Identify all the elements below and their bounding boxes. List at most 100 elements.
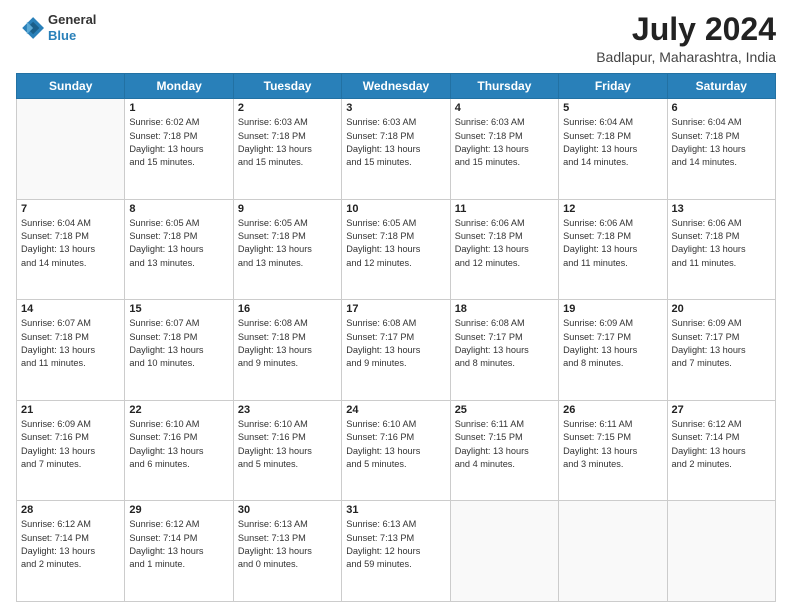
day-number: 15 [129,303,228,315]
day-cell: 27Sunrise: 6:12 AMSunset: 7:14 PMDayligh… [667,400,775,501]
day-info: Sunrise: 6:05 AMSunset: 7:18 PMDaylight:… [129,217,228,270]
day-info: Sunrise: 6:12 AMSunset: 7:14 PMDaylight:… [672,418,771,471]
day-number: 30 [238,504,337,516]
day-number: 6 [672,102,771,114]
day-number: 2 [238,102,337,114]
day-info: Sunrise: 6:13 AMSunset: 7:13 PMDaylight:… [346,518,445,571]
logo: General Blue [16,12,96,43]
day-cell: 2 Sunrise: 6:03 AMSunset: 7:18 PMDaylight… [233,99,341,200]
day-info: Sunrise: 6:11 AMSunset: 7:15 PMDaylight:… [455,418,554,471]
day-info: Sunrise: 6:11 AMSunset: 7:15 PMDaylight:… [563,418,662,471]
day-cell: 29Sunrise: 6:12 AMSunset: 7:14 PMDayligh… [125,501,233,602]
day-info: Sunrise: 6:04 AMSunset: 7:18 PMDaylight:… [21,217,120,270]
day-number: 9 [238,203,337,215]
day-number: 31 [346,504,445,516]
day-cell: 23 Sunrise: 6:10 AMSunset: 7:16 PMDayligh… [233,400,341,501]
day-cell: 5 Sunrise: 6:04 AMSunset: 7:18 PMDaylight… [559,99,667,200]
day-cell: 18Sunrise: 6:08 AMSunset: 7:17 PMDayligh… [450,300,558,401]
day-cell: 20 Sunrise: 6:09 AMSunset: 7:17 PMDayligh… [667,300,775,401]
day-info: Sunrise: 6:05 AMSunset: 7:18 PMDaylight:… [238,217,337,270]
day-cell: 7 Sunrise: 6:04 AMSunset: 7:18 PMDaylight… [17,199,125,300]
day-number: 10 [346,203,445,215]
day-info: Sunrise: 6:13 AMSunset: 7:13 PMDaylight:… [238,518,337,571]
logo-line2: Blue [48,28,96,44]
day-info: Sunrise: 6:10 AMSunset: 7:16 PMDaylight:… [346,418,445,471]
day-number: 14 [21,303,120,315]
day-cell: 24 Sunrise: 6:10 AMSunset: 7:16 PMDayligh… [342,400,450,501]
day-number: 20 [672,303,771,315]
day-cell: 31 Sunrise: 6:13 AMSunset: 7:13 PMDayligh… [342,501,450,602]
day-number: 26 [563,404,662,416]
day-header-thursday: Thursday [450,74,558,99]
day-number: 1 [129,102,228,114]
day-number: 28 [21,504,120,516]
day-cell: 4Sunrise: 6:03 AMSunset: 7:18 PMDaylight… [450,99,558,200]
day-header-friday: Friday [559,74,667,99]
week-row-2: 7 Sunrise: 6:04 AMSunset: 7:18 PMDaylight… [17,199,776,300]
day-cell: 11Sunrise: 6:06 AMSunset: 7:18 PMDayligh… [450,199,558,300]
day-info: Sunrise: 6:08 AMSunset: 7:18 PMDaylight:… [238,317,337,370]
day-info: Sunrise: 6:09 AMSunset: 7:17 PMDaylight:… [563,317,662,370]
day-cell: 17Sunrise: 6:08 AMSunset: 7:17 PMDayligh… [342,300,450,401]
day-cell: 10 Sunrise: 6:05 AMSunset: 7:18 PMDayligh… [342,199,450,300]
day-info: Sunrise: 6:07 AMSunset: 7:18 PMDaylight:… [129,317,228,370]
day-cell: 19 Sunrise: 6:09 AMSunset: 7:17 PMDayligh… [559,300,667,401]
page: General Blue July 2024 Badlapur, Maharas… [0,0,792,612]
day-cell: 9 Sunrise: 6:05 AMSunset: 7:18 PMDaylight… [233,199,341,300]
day-header-monday: Monday [125,74,233,99]
header: General Blue July 2024 Badlapur, Maharas… [16,12,776,65]
day-number: 21 [21,404,120,416]
day-cell: 1Sunrise: 6:02 AMSunset: 7:18 PMDaylight… [125,99,233,200]
day-cell: 8 Sunrise: 6:05 AMSunset: 7:18 PMDaylight… [125,199,233,300]
day-header-wednesday: Wednesday [342,74,450,99]
calendar-table: SundayMondayTuesdayWednesdayThursdayFrid… [16,73,776,602]
calendar-header-row: SundayMondayTuesdayWednesdayThursdayFrid… [17,74,776,99]
day-number: 29 [129,504,228,516]
day-cell: 22Sunrise: 6:10 AMSunset: 7:16 PMDayligh… [125,400,233,501]
day-cell: 21Sunrise: 6:09 AMSunset: 7:16 PMDayligh… [17,400,125,501]
day-info: Sunrise: 6:05 AMSunset: 7:18 PMDaylight:… [346,217,445,270]
day-info: Sunrise: 6:10 AMSunset: 7:16 PMDaylight:… [238,418,337,471]
day-header-sunday: Sunday [17,74,125,99]
day-cell: 26 Sunrise: 6:11 AMSunset: 7:15 PMDayligh… [559,400,667,501]
day-header-saturday: Saturday [667,74,775,99]
day-cell: 13Sunrise: 6:06 AMSunset: 7:18 PMDayligh… [667,199,775,300]
week-row-5: 28 Sunrise: 6:12 AMSunset: 7:14 PMDayligh… [17,501,776,602]
day-number: 16 [238,303,337,315]
day-cell [17,99,125,200]
day-cell [559,501,667,602]
week-row-1: 1Sunrise: 6:02 AMSunset: 7:18 PMDaylight… [17,99,776,200]
day-info: Sunrise: 6:12 AMSunset: 7:14 PMDaylight:… [21,518,120,571]
month-year: July 2024 [596,12,776,47]
day-cell: 25 Sunrise: 6:11 AMSunset: 7:15 PMDayligh… [450,400,558,501]
day-header-tuesday: Tuesday [233,74,341,99]
day-cell: 6Sunrise: 6:04 AMSunset: 7:18 PMDaylight… [667,99,775,200]
day-info: Sunrise: 6:03 AMSunset: 7:18 PMDaylight:… [455,116,554,169]
day-number: 17 [346,303,445,315]
day-info: Sunrise: 6:10 AMSunset: 7:16 PMDaylight:… [129,418,228,471]
day-info: Sunrise: 6:04 AMSunset: 7:18 PMDaylight:… [563,116,662,169]
week-row-4: 21Sunrise: 6:09 AMSunset: 7:16 PMDayligh… [17,400,776,501]
day-cell: 16 Sunrise: 6:08 AMSunset: 7:18 PMDayligh… [233,300,341,401]
day-number: 23 [238,404,337,416]
day-cell: 12Sunrise: 6:06 AMSunset: 7:18 PMDayligh… [559,199,667,300]
day-number: 24 [346,404,445,416]
day-number: 5 [563,102,662,114]
title-block: July 2024 Badlapur, Maharashtra, India [596,12,776,65]
day-cell [450,501,558,602]
day-number: 18 [455,303,554,315]
day-number: 7 [21,203,120,215]
day-cell: 30 Sunrise: 6:13 AMSunset: 7:13 PMDayligh… [233,501,341,602]
day-number: 19 [563,303,662,315]
day-number: 25 [455,404,554,416]
day-number: 12 [563,203,662,215]
day-number: 8 [129,203,228,215]
day-info: Sunrise: 6:09 AMSunset: 7:17 PMDaylight:… [672,317,771,370]
day-cell: 3Sunrise: 6:03 AMSunset: 7:18 PMDaylight… [342,99,450,200]
logo-line1: General [48,12,96,28]
day-number: 11 [455,203,554,215]
day-info: Sunrise: 6:03 AMSunset: 7:18 PMDaylight:… [346,116,445,169]
logo-icon [16,14,44,42]
day-cell: 15 Sunrise: 6:07 AMSunset: 7:18 PMDayligh… [125,300,233,401]
day-info: Sunrise: 6:03 AMSunset: 7:18 PMDaylight:… [238,116,337,169]
